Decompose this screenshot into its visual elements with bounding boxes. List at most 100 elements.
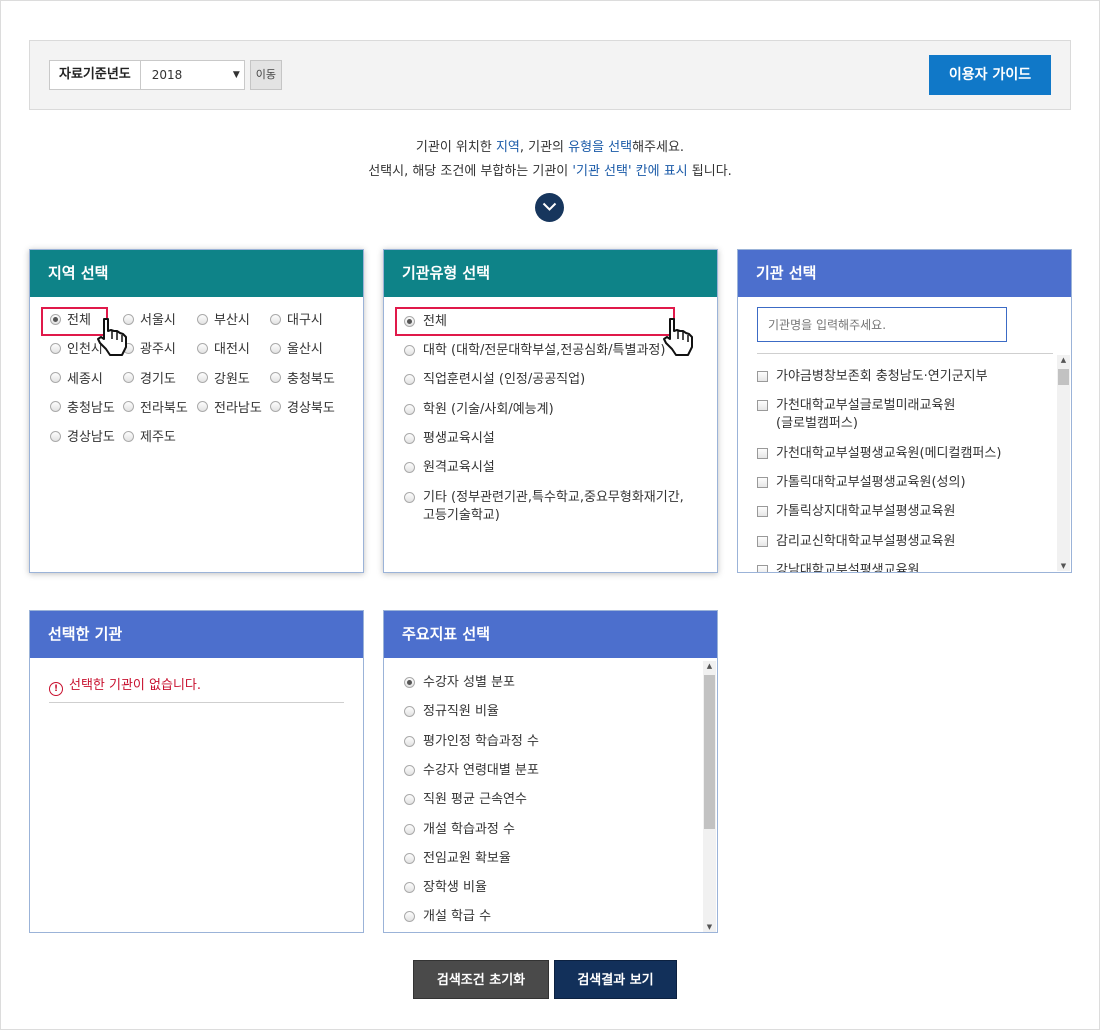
region-option[interactable]: 전라북도	[123, 401, 188, 417]
type-option[interactable]: 원격교육시설	[404, 459, 495, 477]
region-option[interactable]: 강원도	[197, 372, 250, 388]
move-button[interactable]: 이동	[249, 60, 283, 90]
type-option-label: 원격교육시설	[423, 460, 495, 475]
indicator-option-label: 평가인정 학습과정 수	[423, 733, 539, 749]
institution-option[interactable]: 가야금병창보존회 충청남도·연기군지부	[757, 368, 988, 386]
radio-icon[interactable]	[404, 374, 415, 385]
radio-icon[interactable]	[404, 433, 415, 444]
radio-icon[interactable]	[404, 735, 415, 747]
region-option[interactable]: 경상북도	[270, 401, 335, 417]
radio-icon[interactable]	[123, 430, 134, 442]
radio-icon[interactable]	[404, 823, 415, 835]
radio-icon[interactable]	[123, 372, 134, 384]
checkbox-icon[interactable]	[757, 400, 768, 411]
radio-icon[interactable]	[404, 462, 415, 473]
institution-option[interactable]: 강남대학교부설평생교육원	[757, 562, 920, 572]
checkbox-icon[interactable]	[757, 565, 768, 572]
scroll-down-icon[interactable]: ▼	[1057, 562, 1070, 570]
highlight-box	[395, 307, 675, 336]
radio-icon[interactable]	[50, 372, 61, 384]
scroll-up-icon[interactable]: ▲	[703, 662, 716, 670]
region-option[interactable]: 울산시	[270, 342, 323, 358]
institution-option-label: 감리교신학대학교부설평생교육원	[776, 534, 956, 549]
scroll-thumb[interactable]	[704, 675, 715, 829]
reset-button[interactable]: 검색조건 초기화	[413, 960, 549, 999]
indicator-option[interactable]: 장학생 비율	[404, 879, 487, 897]
scroll-down-icon[interactable]: ▼	[703, 923, 716, 931]
radio-icon[interactable]	[197, 401, 208, 413]
institution-option-label: (글로벌캠퍼스)	[776, 416, 858, 431]
radio-icon[interactable]	[404, 852, 415, 864]
region-option[interactable]: 충청북도	[270, 372, 335, 388]
radio-icon[interactable]	[197, 372, 208, 384]
indicator-option[interactable]: 수강자 성별 분포	[404, 674, 515, 692]
radio-icon[interactable]	[270, 372, 281, 384]
checkbox-icon[interactable]	[757, 477, 768, 488]
year-select[interactable]: 2018 ▼	[140, 60, 245, 90]
radio-icon[interactable]	[197, 342, 208, 354]
type-option[interactable]: 평생교육시설	[404, 430, 495, 448]
type-option[interactable]: 직업훈련시설 (인정/공공직업)	[404, 371, 585, 389]
show-results-button[interactable]: 검색결과 보기	[554, 960, 677, 999]
institution-option[interactable]: 가톨릭대학교부설평생교육원(성의)	[757, 474, 966, 492]
radio-icon[interactable]	[404, 764, 415, 776]
indicator-option[interactable]: 정규직원 비율	[404, 703, 499, 721]
user-guide-button[interactable]: 이용자 가이드	[929, 55, 1051, 95]
type-option[interactable]: 학원 (기술/사회/예능계)	[404, 401, 554, 419]
type-option[interactable]: 기타 (정부관련기관,특수학교,중요무형화재기간, 고등기술학교)	[404, 489, 684, 525]
region-option[interactable]: 경기도	[123, 372, 176, 388]
scroll-thumb[interactable]	[1058, 369, 1069, 385]
year-value: 2018	[151, 68, 183, 82]
radio-icon[interactable]	[50, 430, 61, 442]
radio-icon[interactable]	[404, 677, 415, 688]
type-option-label: 평생교육시설	[423, 431, 495, 446]
region-option-label: 부산시	[214, 313, 250, 328]
radio-icon[interactable]	[404, 492, 415, 503]
region-option[interactable]: 세종시	[50, 372, 103, 388]
type-panel-title: 기관유형 선택	[384, 250, 717, 297]
region-option[interactable]: 대구시	[270, 313, 323, 329]
institution-option[interactable]: 가천대학교부설평생교육원(메디컬캠퍼스)	[757, 445, 1001, 463]
type-option[interactable]: 대학 (대학/전문대학부설,전공심화/특별과정)	[404, 342, 665, 360]
region-option[interactable]: 제주도	[123, 430, 176, 446]
checkbox-icon[interactable]	[757, 371, 768, 382]
chevron-down-icon[interactable]	[535, 193, 564, 222]
institution-option[interactable]: 가톨릭상지대학교부설평생교육원	[757, 503, 955, 521]
region-option[interactable]: 경상남도	[50, 430, 115, 446]
region-option-label: 서울시	[140, 313, 176, 328]
region-option[interactable]: 대전시	[197, 342, 250, 358]
indicator-panel: 주요지표 선택 수강자 성별 분포정규직원 비율평가인정 학습과정 수수강자 연…	[383, 610, 718, 933]
region-option-label: 울산시	[287, 342, 323, 358]
institution-option[interactable]: 가천대학교부설글로벌미래교육원 (글로벌캠퍼스)	[757, 397, 955, 433]
radio-icon[interactable]	[404, 345, 415, 356]
indicator-option[interactable]: 전임교원 확보율	[404, 850, 511, 868]
region-option[interactable]: 부산시	[197, 313, 250, 329]
region-option-label: 대구시	[287, 313, 323, 328]
radio-icon[interactable]	[270, 342, 281, 354]
indicator-scrollbar[interactable]: ▲ ▼	[703, 661, 716, 932]
indicator-option[interactable]: 수강자 연령대별 분포	[404, 762, 539, 780]
radio-icon[interactable]	[270, 401, 281, 413]
radio-icon[interactable]	[197, 313, 208, 325]
institution-option[interactable]: 감리교신학대학교부설평생교육원	[757, 533, 955, 551]
indicator-option[interactable]: 평가인정 학습과정 수	[404, 733, 539, 751]
checkbox-icon[interactable]	[757, 536, 768, 547]
checkbox-icon[interactable]	[757, 448, 768, 459]
radio-icon[interactable]	[404, 404, 415, 415]
intro-line-2: 선택시, 해당 조건에 부합하는 기관이 '기관 선택' 칸에 표시 됩니다.	[368, 164, 732, 179]
region-option[interactable]: 전라남도	[197, 401, 262, 417]
radio-icon[interactable]	[270, 313, 281, 325]
region-option[interactable]: 충청남도	[50, 401, 115, 417]
radio-icon[interactable]	[50, 401, 61, 413]
empty-message-text: 선택한 기관이 없습니다.	[69, 678, 201, 693]
indicator-option[interactable]: 개설 학습과정 수	[404, 821, 515, 839]
institution-scrollbar[interactable]: ▲ ▼	[1057, 355, 1070, 571]
indicator-option[interactable]: 개설 학급 수	[404, 908, 491, 926]
radio-icon[interactable]	[50, 342, 61, 354]
indicator-option[interactable]: 직원 평균 근속연수	[404, 791, 527, 809]
region-option-label: 전라남도	[214, 400, 262, 416]
scroll-up-icon[interactable]: ▲	[1057, 356, 1070, 364]
indicator-panel-title: 주요지표 선택	[384, 611, 717, 658]
radio-icon[interactable]	[123, 401, 134, 413]
checkbox-icon[interactable]	[757, 506, 768, 517]
